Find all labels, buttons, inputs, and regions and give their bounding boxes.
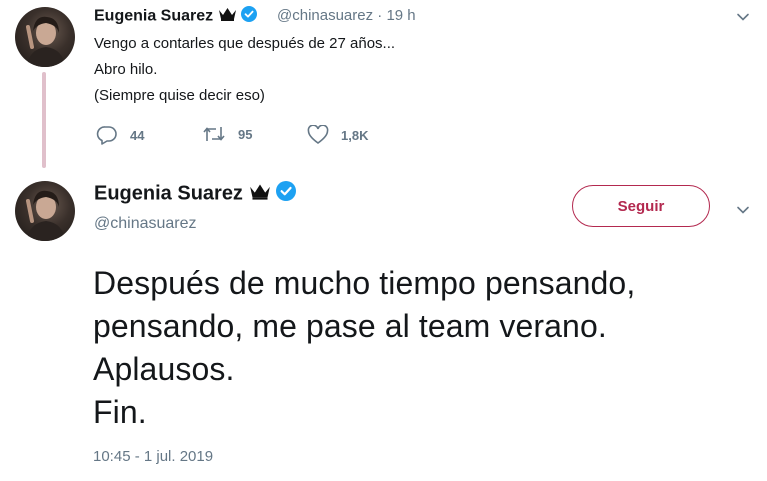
verified-badge-icon [276,181,297,207]
reply-text-line-3: (Siempre quise decir eso) [94,87,265,104]
avatar-main-tweet[interactable] [15,181,75,241]
main-text-line-2: pensando, me pase al team verano. [93,308,607,344]
retweet-count: 95 [238,126,253,142]
verified-badge-icon [241,6,258,27]
main-author-name[interactable]: Eugenia Suarez [94,182,243,204]
heart-icon [307,125,329,144]
like-count: 1,8K [341,127,369,143]
reply-action-like[interactable]: 1,8K [307,125,368,145]
thread-connector-line [42,72,46,168]
reply-author-name-row[interactable]: Eugenia Suarez [94,6,258,27]
reply-icon [96,126,117,145]
main-text-line-1: Después de mucho tiempo pensando, [93,265,636,301]
main-text-line-4: Fin. [93,394,147,430]
main-text-line-3: Aplausos. [93,351,235,387]
reply-meta: @chinasuarez · 19 h [277,7,416,24]
main-author-name-row[interactable]: Eugenia Suarez [94,181,297,207]
retweet-icon [203,127,225,141]
chevron-down-icon [737,13,749,21]
reply-action-retweet[interactable]: 95 [202,125,252,143]
reply-author-handle[interactable]: @chinasuarez [277,7,373,24]
main-tweet-timestamp[interactable]: 10:45 - 1 jul. 2019 [93,448,213,465]
reply-text-line-2: Abro hilo. [94,61,158,78]
main-more-menu-button[interactable] [735,202,751,223]
reply-count: 44 [130,127,145,143]
reply-more-menu-button[interactable] [735,9,751,30]
main-tweet-text: Después de mucho tiempo pensando, pensan… [93,262,635,434]
reply-text-line-1: Vengo a contarles que después de 27 años… [94,35,396,52]
crown-emoji-icon [218,7,237,26]
crown-emoji-icon [249,183,271,206]
reply-time-ago[interactable]: 19 h [386,7,415,24]
follow-button[interactable]: Seguir [572,185,710,227]
main-author-handle[interactable]: @chinasuarez [94,215,197,233]
reply-author-name[interactable]: Eugenia Suarez [94,8,213,25]
reply-action-reply[interactable]: 44 [96,125,144,145]
avatar-reply-tweet[interactable] [15,7,75,67]
chevron-down-icon [737,206,749,214]
